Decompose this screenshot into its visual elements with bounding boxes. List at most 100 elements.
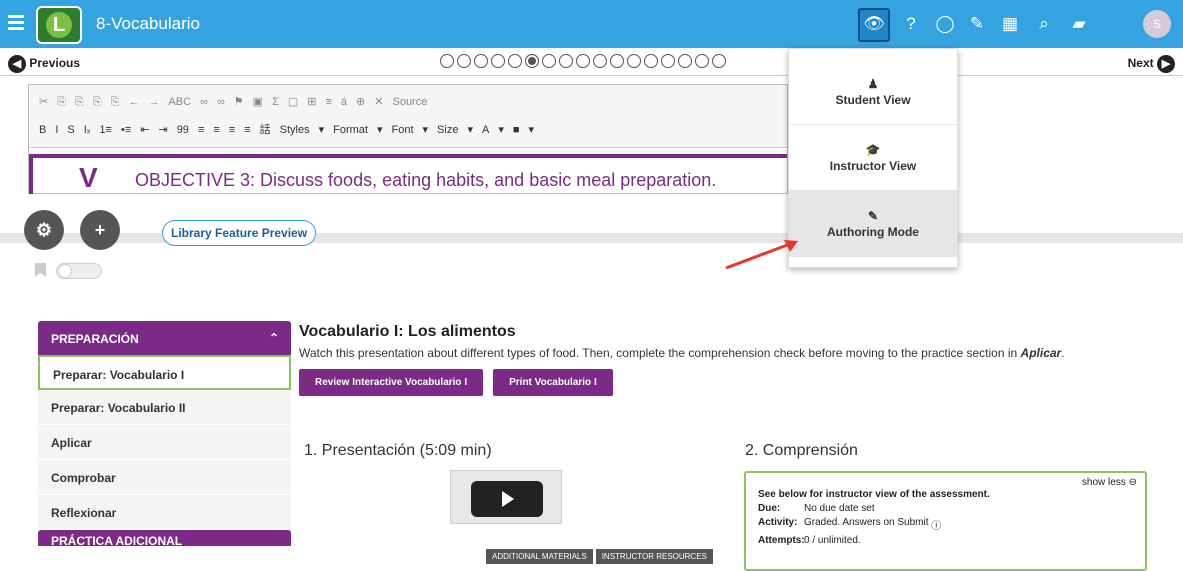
page-dot[interactable] xyxy=(695,54,709,68)
toolbar-button[interactable]: S xyxy=(67,124,74,136)
page-dot[interactable] xyxy=(712,54,726,68)
toolbar-button[interactable]: ⎘ xyxy=(93,96,102,108)
toolbar-button[interactable]: Font xyxy=(392,124,414,136)
toolbar-button[interactable]: 話 xyxy=(260,124,271,136)
bookmark-toggle[interactable] xyxy=(56,263,102,279)
toolbar-button[interactable]: ▢ xyxy=(288,96,298,108)
sidebar-item-vocabulario-i[interactable]: Preparar: Vocabulario I xyxy=(38,355,291,390)
help-icon[interactable]: ? xyxy=(898,12,924,36)
toolbar-button[interactable]: ⇥ xyxy=(158,124,167,136)
add-button[interactable]: + xyxy=(80,210,120,250)
toolbar-button[interactable]: ▾ xyxy=(423,124,429,136)
toolbar-button[interactable]: A xyxy=(482,124,489,136)
aplicar-link[interactable]: Aplicar xyxy=(1021,346,1062,360)
print-vocabulario-button[interactable]: Print Vocabulario I xyxy=(493,369,613,396)
toolbar-button[interactable]: → xyxy=(148,96,159,108)
toolbar-button[interactable]: •≡ xyxy=(121,124,131,136)
toolbar-button[interactable]: ▾ xyxy=(529,124,535,136)
additional-materials-tab[interactable]: Additional Materials xyxy=(486,549,593,564)
toolbar-button[interactable]: ⎘ xyxy=(57,96,66,108)
toolbar-button[interactable]: ≡ xyxy=(213,124,219,136)
toolbar-button[interactable]: ≡ xyxy=(229,124,235,136)
toolbar-button[interactable]: I xyxy=(55,124,58,136)
eye-icon[interactable]: 👁 xyxy=(861,12,887,36)
page-dot[interactable] xyxy=(542,54,556,68)
toolbar-button[interactable]: ▾ xyxy=(377,124,383,136)
page-dot[interactable] xyxy=(610,54,624,68)
play-button[interactable] xyxy=(471,481,543,517)
sidebar-section-preparacion[interactable]: PREPARACIÓN ⌃ xyxy=(38,321,291,355)
toolbar-button[interactable]: Format xyxy=(333,124,368,136)
chat-icon[interactable]: ◯ xyxy=(932,12,958,36)
page-dot[interactable] xyxy=(508,54,522,68)
bookmark-icon[interactable] xyxy=(35,263,46,277)
toolbar-button[interactable]: ⊕ xyxy=(356,96,365,108)
video-thumbnail[interactable] xyxy=(450,470,562,524)
sidebar-item-vocabulario-ii[interactable]: Preparar: Vocabulario II xyxy=(38,390,291,425)
toolbar-button[interactable]: ⚑ xyxy=(234,96,244,108)
page-dot[interactable] xyxy=(576,54,590,68)
search-icon[interactable]: ⌕ xyxy=(1031,12,1057,36)
previous-button[interactable]: ◀ Previous xyxy=(8,55,80,73)
toolbar-button[interactable]: ▾ xyxy=(467,124,473,136)
app-logo[interactable]: L xyxy=(36,6,82,44)
page-dot[interactable] xyxy=(559,54,573,68)
review-vocabulario-button[interactable]: Review Interactive Vocabulario I xyxy=(299,369,484,396)
instructor-view-item[interactable]: 🎓 Instructor View xyxy=(789,125,957,191)
toolbar-button[interactable]: ≡ xyxy=(198,124,204,136)
toolbar-button[interactable]: Σ xyxy=(272,96,279,108)
toolbar-button[interactable]: Size xyxy=(437,124,458,136)
toolbar-button[interactable]: ← xyxy=(128,96,139,108)
toolbar-button[interactable]: Source xyxy=(392,96,427,108)
page-dot[interactable] xyxy=(440,54,454,68)
library-feature-preview-button[interactable]: Library Feature Preview xyxy=(162,220,317,246)
toolbar-button[interactable]: ▣ xyxy=(253,96,263,108)
toolbar-button[interactable]: ▾ xyxy=(319,124,325,136)
show-less-toggle[interactable]: show less ⊖ xyxy=(1082,477,1137,488)
page-dot[interactable] xyxy=(491,54,505,68)
notebook-icon[interactable]: ▰ xyxy=(1066,12,1092,36)
toolbar-button[interactable]: 1≡ xyxy=(99,124,112,136)
toolbar-button[interactable]: Styles xyxy=(280,124,310,136)
sidebar-item-aplicar[interactable]: Aplicar xyxy=(38,425,291,460)
next-button[interactable]: Next ▶ xyxy=(1128,55,1175,73)
calendar-icon[interactable]: ▦ xyxy=(997,12,1023,36)
menu-icon[interactable] xyxy=(8,15,24,33)
sidebar-item-reflexionar[interactable]: Reflexionar xyxy=(38,495,291,530)
toolbar-button[interactable]: ⎘ xyxy=(111,96,120,108)
authoring-mode-item[interactable]: ✎ Authoring Mode xyxy=(789,191,957,257)
page-dot[interactable] xyxy=(593,54,607,68)
toolbar-button[interactable]: ✂ xyxy=(39,96,48,108)
toolbar-button[interactable]: ≡ xyxy=(326,96,332,108)
rich-text-editor[interactable]: ✂ ⎘ ⎘ ⎘ ⎘ ← → ABC ∞ ∞ ⚑ ▣ Σ ▢ ⊞ ≡ á ⊕ ✕ Source B I S Iₓ 1≡ •≡ ⇤ ⇥ 9… xyxy=(28,84,788,194)
toolbar-button[interactable]: ✕ xyxy=(374,96,383,108)
settings-button[interactable]: ⚙ xyxy=(24,210,64,250)
toolbar-button[interactable]: ≡ xyxy=(244,124,250,136)
sidebar-section-practica[interactable]: PRÁCTICA ADICIONAL xyxy=(38,530,291,546)
toolbar-button[interactable]: ▾ xyxy=(498,124,504,136)
info-icon[interactable]: ⓘ xyxy=(931,517,941,532)
toolbar-button[interactable]: ⊞ xyxy=(307,96,316,108)
page-dot[interactable] xyxy=(457,54,471,68)
instructor-resources-tab[interactable]: Instructor Resources xyxy=(595,549,713,564)
toolbar-button[interactable]: ∞ xyxy=(200,96,208,108)
page-dot[interactable] xyxy=(525,54,539,68)
toolbar-button[interactable]: á xyxy=(341,96,347,108)
page-dot[interactable] xyxy=(627,54,641,68)
edit-icon[interactable]: ✎ xyxy=(964,12,990,36)
avatar[interactable]: S xyxy=(1143,10,1171,38)
page-dot[interactable] xyxy=(661,54,675,68)
editor-content[interactable]: V OBJECTIVE 3: Discuss foods, eating hab… xyxy=(29,147,787,194)
sidebar-item-comprobar[interactable]: Comprobar xyxy=(38,460,291,495)
toolbar-button[interactable]: ⎘ xyxy=(75,96,84,108)
page-dot[interactable] xyxy=(644,54,658,68)
toolbar-button[interactable]: ABC xyxy=(168,96,191,108)
toolbar-button[interactable]: ∞ xyxy=(217,96,225,108)
toolbar-button[interactable]: Iₓ xyxy=(84,124,91,136)
toolbar-button[interactable]: B xyxy=(39,124,46,136)
toolbar-button[interactable]: ■ xyxy=(513,124,520,136)
page-dot[interactable] xyxy=(678,54,692,68)
student-view-item[interactable]: ♟ Student View xyxy=(789,59,957,125)
page-dot[interactable] xyxy=(474,54,488,68)
toolbar-button[interactable]: 99 xyxy=(177,124,189,136)
